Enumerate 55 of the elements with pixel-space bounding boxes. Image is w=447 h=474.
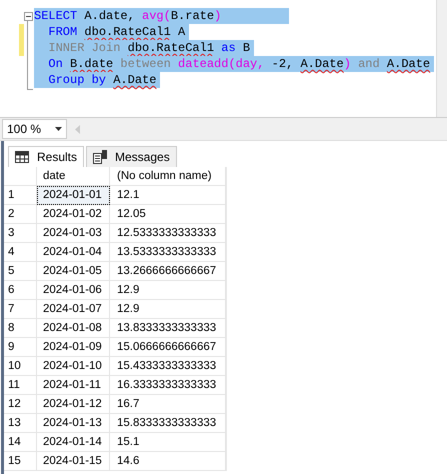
table-cell[interactable]: 15.0666666666667 — [110, 338, 226, 357]
table-cell[interactable]: 2024-01-15 — [37, 452, 110, 471]
table-cell[interactable]: 12.5333333333333 — [110, 224, 226, 243]
collapse-icon[interactable] — [24, 12, 32, 21]
table-cell[interactable]: 16.7 — [110, 395, 226, 414]
row-number[interactable]: 4 — [4, 243, 37, 262]
row-number[interactable]: 10 — [4, 357, 37, 376]
table-cell[interactable]: 2024-01-08 — [37, 319, 110, 338]
table-cell[interactable]: 2024-01-04 — [37, 243, 110, 262]
table-cell[interactable]: 2024-01-09 — [37, 338, 110, 357]
table-cell[interactable]: 2024-01-07 — [37, 300, 110, 319]
table-cell[interactable]: 2024-01-10 — [37, 357, 110, 376]
table-cell[interactable]: 2024-01-05 — [37, 262, 110, 281]
row-number[interactable]: 2 — [4, 205, 37, 224]
row-number[interactable]: 8 — [4, 319, 37, 338]
table-cell[interactable]: 15.8333333333333 — [110, 414, 226, 433]
table-cell[interactable]: 2024-01-11 — [37, 376, 110, 395]
table-cell[interactable]: 12.1 — [110, 186, 226, 205]
table-cell[interactable]: 12.05 — [110, 205, 226, 224]
results-tab[interactable]: Results — [8, 146, 84, 167]
row-number[interactable]: 11 — [4, 376, 37, 395]
table-cell[interactable]: 12.9 — [110, 281, 226, 300]
table-cell[interactable]: 13.8333333333333 — [110, 319, 226, 338]
row-number[interactable]: 15 — [4, 452, 37, 471]
table-cell[interactable]: 2024-01-06 — [37, 281, 110, 300]
table-cell[interactable]: 15.1 — [110, 433, 226, 452]
messages-icon — [93, 150, 108, 164]
table-cell[interactable]: 2024-01-02 — [37, 205, 110, 224]
row-number[interactable]: 14 — [4, 433, 37, 452]
row-number[interactable]: 13 — [4, 414, 37, 433]
row-number[interactable]: 5 — [4, 262, 37, 281]
row-number[interactable]: 6 — [4, 281, 37, 300]
column-header[interactable]: date — [37, 167, 110, 186]
results-tab[interactable]: Messages — [86, 146, 177, 167]
table-cell[interactable]: 15.4333333333333 — [110, 357, 226, 376]
table-cell[interactable]: 14.6 — [110, 452, 226, 471]
table-cell[interactable]: 16.3333333333333 — [110, 376, 226, 395]
table-cell[interactable]: 13.5333333333333 — [110, 243, 226, 262]
table-cell[interactable]: 13.2666666666667 — [110, 262, 226, 281]
zoom-dropdown[interactable]: 100 % — [2, 119, 68, 139]
table-cell[interactable]: 2024-01-13 — [37, 414, 110, 433]
caret-icon — [55, 127, 62, 131]
column-header[interactable]: (No column name) — [110, 167, 226, 186]
table-cell[interactable]: 2024-01-03 — [37, 224, 110, 243]
table-cell[interactable]: 2024-01-01 — [37, 186, 110, 205]
table-cell[interactable]: 2024-01-12 — [37, 395, 110, 414]
table-cell[interactable]: 2024-01-14 — [37, 433, 110, 452]
scrollbar[interactable] — [436, 0, 447, 117]
row-number[interactable]: 9 — [4, 338, 37, 357]
row-number[interactable]: 7 — [4, 300, 37, 319]
row-number[interactable]: 3 — [4, 224, 37, 243]
grid-icon — [15, 151, 29, 163]
row-number[interactable]: 12 — [4, 395, 37, 414]
table-cell[interactable]: 12.9 — [110, 300, 226, 319]
scroll-left-icon[interactable] — [75, 124, 80, 134]
